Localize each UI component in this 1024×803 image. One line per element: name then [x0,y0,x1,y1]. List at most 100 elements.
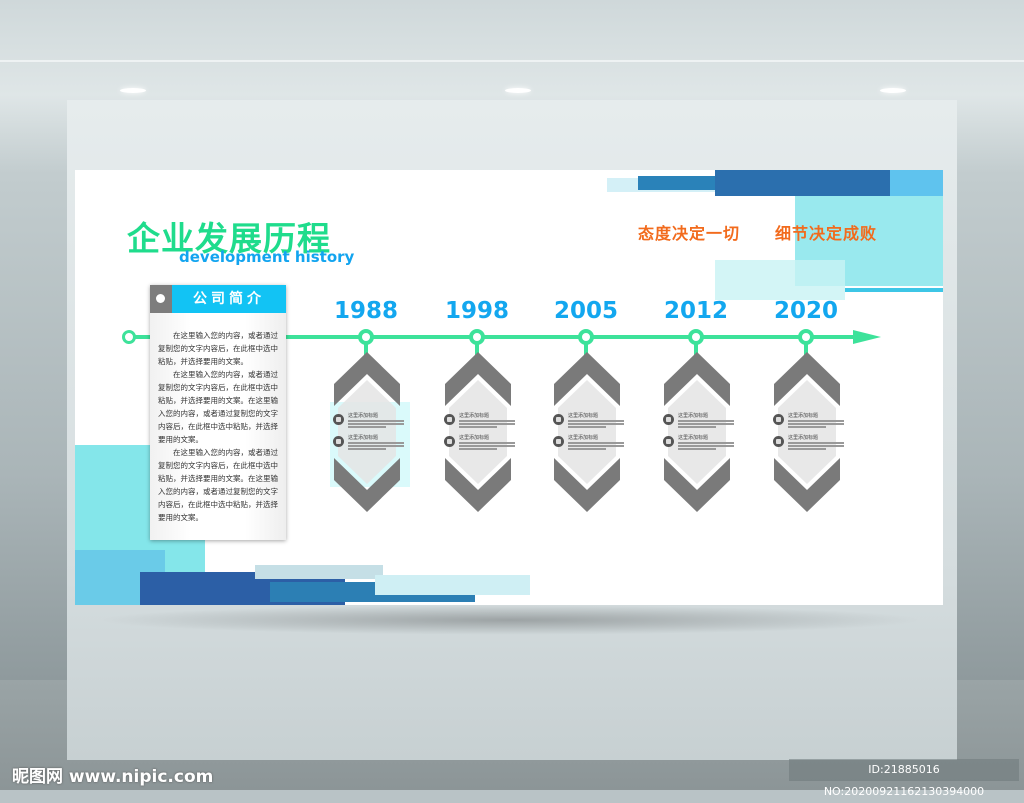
timeline-card: 这里添加标题 这里添加标题 [552,350,624,514]
text-line [568,442,624,444]
text-line [678,445,734,447]
slogan-1: 态度决定一切 [638,224,741,243]
hexagon-frame [445,352,511,512]
text-line [788,448,826,450]
watermark-site: 昵图网 www.nipic.com [12,767,214,787]
text-line [788,420,844,422]
timeline-year: 2005 [553,298,618,324]
timeline-start-dot [122,330,136,344]
watermark-id: ID:21885016 NO:20200921162130394000 [789,759,1019,798]
card-item-title: 这里添加标题 [459,413,490,419]
card-item: 这里添加标题 [553,434,631,454]
card-item: 这里添加标题 [444,434,522,454]
text-line [568,445,624,447]
image-icon [773,436,784,447]
ceiling-light [880,88,906,93]
text-line [348,442,404,444]
card-item-title: 这里添加标题 [678,435,709,441]
card-item-title: 这里添加标题 [459,435,490,441]
text-line [678,423,734,425]
timeline-card: 这里添加标题 这里添加标题 [662,350,734,514]
person-icon [444,414,455,425]
text-line [568,426,606,428]
text-line [459,423,515,425]
slogan-2: 细节决定成败 [775,224,878,243]
timeline-year: 2012 [663,298,728,324]
text-line [348,445,404,447]
timeline-year: 1988 [333,298,398,324]
card-item-title: 这里添加标题 [348,435,379,441]
ceiling-light [505,88,531,93]
ceiling-light [120,88,146,93]
card-item-title: 这里添加标题 [788,413,819,419]
card-item: 这里添加标题 [773,434,851,454]
timeline-card: 这里添加标题 这里添加标题 [443,350,515,514]
text-line [348,426,386,428]
card-item: 这里添加标题 [444,412,522,432]
display-board: 企业发展历程 development history 态度决定一切 细节决定成败… [75,170,943,605]
card-item: 这里添加标题 [333,434,411,454]
deco-bar [375,575,530,595]
board-shadow [95,605,925,635]
text-line [568,420,624,422]
image-icon [663,436,674,447]
card-item-title: 这里添加标题 [348,413,379,419]
hexagon-frame [334,352,400,512]
text-line [459,426,497,428]
text-line [678,420,734,422]
person-icon [333,414,344,425]
timeline-year: 1998 [444,298,509,324]
timeline-arrow-icon [853,330,881,344]
text-line [788,442,844,444]
deco-line [845,288,943,292]
text-line [459,442,515,444]
hexagon-frame [554,352,620,512]
timeline-card: 这里添加标题 这里添加标题 [772,350,844,514]
timeline-year: 2020 [773,298,838,324]
text-line [678,448,716,450]
hexagon-frame [774,352,840,512]
text-line [678,426,716,428]
card-item: 这里添加标题 [663,434,741,454]
image-icon [333,436,344,447]
ceiling-edge [0,60,1024,62]
card-item: 这里添加标题 [773,412,851,432]
card-item-title: 这里添加标题 [788,435,819,441]
text-line [348,448,386,450]
card-item-title: 这里添加标题 [568,435,599,441]
deco-bar [715,170,890,196]
pin-icon [150,285,172,313]
person-icon [553,414,564,425]
text-line [678,442,734,444]
image-icon [444,436,455,447]
text-line [788,423,844,425]
panel-text: 在这里输入您的内容，或者通过复制您的文字内容后，在此框中选中粘贴，并选择要用的文… [158,329,278,524]
image-icon [553,436,564,447]
text-line [459,420,515,422]
text-line [348,420,404,422]
text-line [459,445,515,447]
deco-block [715,260,845,300]
deco-bar [890,170,943,196]
deco-bar [255,565,383,579]
text-line [568,423,624,425]
card-item-title: 这里添加标题 [568,413,599,419]
text-line [788,445,844,447]
panel-paragraph: 在这里输入您的内容，或者通过复制您的文字内容后，在此框中选中粘贴，并选择要用的文… [158,448,278,522]
panel-paragraph: 在这里输入您的内容，或者通过复制您的文字内容后，在此框中选中粘贴，并选择要用的文… [158,370,278,444]
text-line [348,423,404,425]
panel-header: 公司简介 [150,285,286,313]
card-item: 这里添加标题 [333,412,411,432]
panel-title: 公司简介 [193,291,265,307]
card-item-title: 这里添加标题 [678,413,709,419]
person-icon [773,414,784,425]
text-line [568,448,606,450]
company-intro-panel: 公司简介 在这里输入您的内容，或者通过复制您的文字内容后，在此框中选中粘贴，并选… [150,285,286,540]
page-subtitle: development history [179,248,355,266]
card-item: 这里添加标题 [663,412,741,432]
hexagon-frame [664,352,730,512]
timeline-card: 这里添加标题 这里添加标题 [332,350,404,514]
text-line [459,448,497,450]
card-item: 这里添加标题 [553,412,631,432]
text-line [788,426,826,428]
